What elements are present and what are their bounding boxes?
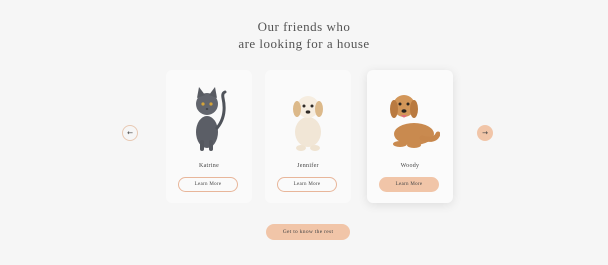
pets-section: Our friends who are looking for a house … — [0, 0, 608, 265]
next-button[interactable]: → — [477, 125, 493, 141]
pet-name: Jennifer — [297, 163, 319, 169]
section-title: Our friends who are looking for a house — [0, 18, 608, 52]
pet-card-jennifer[interactable]: Jennifer Learn More — [265, 70, 351, 203]
learn-more-button[interactable]: Learn More — [277, 177, 337, 192]
learn-more-button[interactable]: Learn More — [178, 177, 238, 192]
learn-more-button[interactable]: Learn More — [379, 177, 439, 192]
section-title-line-1: Our friends who — [257, 19, 351, 34]
arrow-left-icon: ← — [127, 129, 133, 137]
pet-name: Woody — [400, 163, 420, 169]
dog-icon — [390, 95, 440, 148]
puppy-icon — [293, 96, 323, 151]
arrow-right-icon: → — [482, 129, 488, 137]
cat-icon — [196, 87, 227, 151]
section-title-line-2: are looking for a house — [238, 36, 370, 51]
pet-name: Katrine — [198, 163, 220, 169]
pet-card-woody[interactable]: Woody Learn More — [367, 70, 453, 203]
pet-card-katrine[interactable]: Katrine Learn More — [166, 70, 252, 203]
get-to-know-the-rest-button[interactable]: Get to know the rest — [266, 224, 350, 240]
previous-button[interactable]: ← — [122, 125, 138, 141]
